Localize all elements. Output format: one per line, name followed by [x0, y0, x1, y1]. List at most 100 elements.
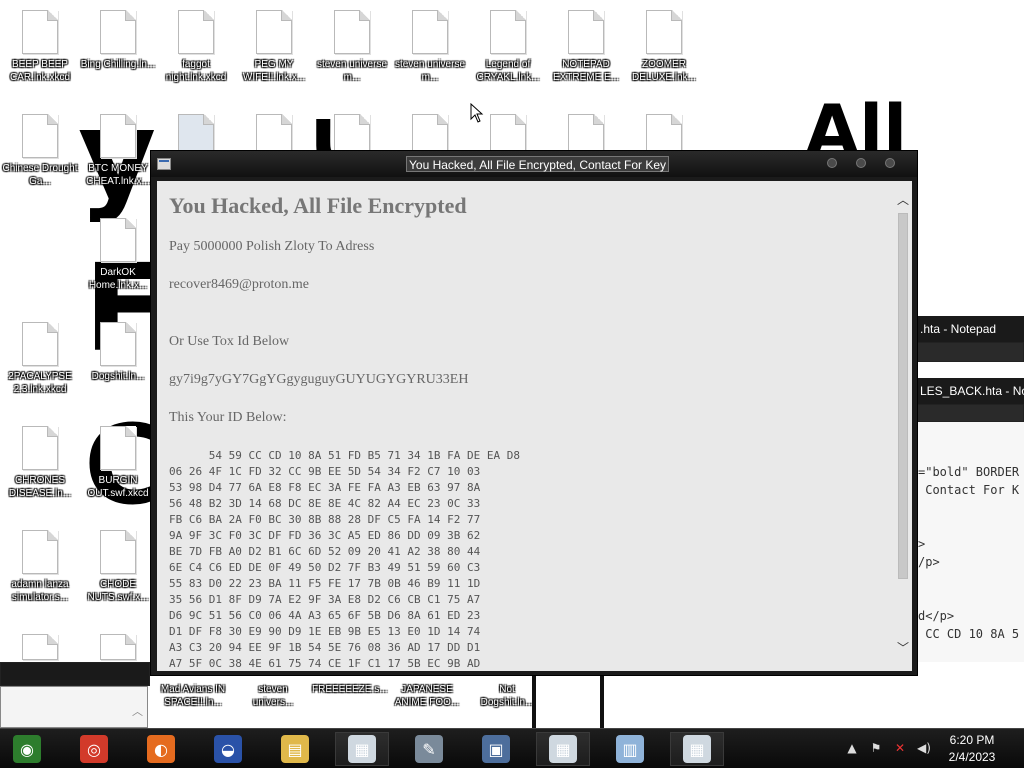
- desktop-icon[interactable]: ZOOMER DELUXE.lnk...: [624, 10, 704, 84]
- desktop-icon[interactable]: 2PACALYPSE 2.3.lnk.xkcd: [0, 322, 80, 396]
- shortcut-file-icon: [22, 10, 58, 54]
- desktop-icon[interactable]: DarkOK Home.lnk.x...: [78, 218, 158, 292]
- desktop-icon-label: 2PACALYPSE 2.3.lnk.xkcd: [8, 371, 72, 395]
- action-center-flag-icon[interactable]: ⚑: [868, 740, 884, 756]
- desktop-icon-label: CHODE NUTS.swf.x...: [87, 579, 149, 603]
- desktop-icon[interactable]: Chinese Drought Ga...: [0, 114, 80, 188]
- taskbar-item[interactable]: ▦: [536, 732, 590, 766]
- notepad-code-line: >: [918, 537, 926, 551]
- contact-email-text: recover8469@proton.me: [169, 277, 310, 292]
- show-hidden-icons-icon[interactable]: ▲: [844, 740, 860, 756]
- desktop-icon-label: Legend of CRYAKL.lnk...: [476, 59, 540, 83]
- shortcut-file-icon: [100, 634, 136, 660]
- desktop-icon[interactable]: Legend of CRYAKL.lnk...: [468, 10, 548, 84]
- notepad-window-body-2: [916, 404, 1024, 422]
- mouse-pointer-icon: [470, 103, 484, 123]
- shortcut-file-icon: [100, 218, 136, 262]
- window-titlebar[interactable]: You Hacked, All File Encrypted, Contact …: [151, 151, 917, 177]
- volume-icon[interactable]: ◀): [916, 740, 932, 756]
- desktop-icon[interactable]: adamn lanza simulator.s...: [0, 530, 80, 604]
- notepad-window-title-2[interactable]: LES_BACK.hta - No: [916, 378, 1024, 404]
- vertical-scrollbar[interactable]: ︿ ﹀: [894, 181, 912, 671]
- scrollbar-thumb[interactable]: [898, 213, 908, 579]
- desktop-icon-label: steven universe m...: [316, 59, 388, 83]
- shortcut-file-icon: [100, 530, 136, 574]
- hta-window-icon-3: ▦: [683, 735, 711, 763]
- network-disconnected-icon[interactable]: ✕: [892, 740, 908, 756]
- shortcut-file-icon: [22, 114, 58, 158]
- shortcut-file-icon: [412, 10, 448, 54]
- paint-icon: ✎: [415, 735, 443, 763]
- file-explorer-icon: ▤: [281, 735, 309, 763]
- tox-id-text: gy7i9g7yGY7GgYGgyguguyGUYUGYGYRU33EH: [169, 372, 469, 387]
- taskbar-item[interactable]: ▦: [670, 732, 724, 766]
- notepad-code-line: ="bold" BORDER: [918, 465, 1020, 479]
- tox-intro-text: Or Use Tox Id Below: [169, 334, 290, 349]
- app-window-icon: [157, 158, 171, 170]
- maximize-button[interactable]: [856, 158, 866, 168]
- desktop-icon[interactable]: BTC MONEY CHEAT.lnk.x...: [78, 114, 158, 188]
- notepad-window-body: [916, 342, 1024, 362]
- desktop-icon-label[interactable]: FREEEEEZE.s...: [312, 683, 388, 696]
- desktop-icon[interactable]: Bing Chilling.ln...: [78, 10, 158, 71]
- desktop-icon[interactable]: steven universe m...: [312, 10, 392, 84]
- taskbar-item[interactable]: ◒: [201, 732, 255, 766]
- notepad-code-line: CC CD 10 8A 5: [918, 627, 1020, 641]
- taskbar-item[interactable]: ◐: [134, 732, 188, 766]
- desktop-icon-label: CHRONES DISEASE.ln...: [8, 475, 72, 499]
- clock-date[interactable]: 2/4/2023: [942, 750, 1002, 764]
- desktop-icon[interactable]: BEEP BEEP CAR.lnk.xkcd: [0, 10, 80, 84]
- shortcut-file-icon: [100, 426, 136, 470]
- desktop-icon-label: NOTEPAD EXTREME E...: [552, 59, 620, 83]
- scroll-up-arrow-icon[interactable]: ︿: [894, 193, 912, 207]
- desktop-icon-label[interactable]: JAPANESE ANIME FOO...: [392, 683, 462, 709]
- victim-id-hex-block: 54 59 CC CD 10 8A 51 FD B5 71 34 1B FA D…: [169, 449, 520, 670]
- desktop-icon-label[interactable]: Mad Avians IN SPACE!!.ln...: [158, 683, 228, 709]
- desktop-icon-label: Dogshit.ln...: [91, 371, 145, 382]
- notepad-code-line: /p>: [918, 555, 940, 569]
- desktop-icon[interactable]: CHODE NUTS.swf.x...: [78, 530, 158, 604]
- shortcut-file-icon: [22, 322, 58, 366]
- window-title: You Hacked, All File Encrypted, Contact …: [406, 156, 670, 172]
- desktop-icon[interactable]: steven universe m...: [390, 10, 470, 84]
- taskbar-item[interactable]: ▤: [268, 732, 322, 766]
- shortcut-file-icon: [568, 10, 604, 54]
- shortcut-file-icon: [100, 114, 136, 158]
- shortcut-file-icon: [100, 10, 136, 54]
- scroll-up-arrow-icon[interactable]: ︿: [132, 703, 143, 719]
- desktop-icon[interactable]: BURGIN OUT.swf.xkcd: [78, 426, 158, 500]
- desktop-icon[interactable]: CHRONES DISEASE.ln...: [0, 426, 80, 500]
- desktop-icon[interactable]: faggot night.lnk.xkcd: [156, 10, 236, 84]
- ransom-note-body: You Hacked, All File Encrypted Pay 50000…: [169, 193, 889, 671]
- notepad-code-line: d</p>: [918, 609, 955, 623]
- desktop-icon[interactable]: PEG MY WIFE!!.lnk.x...: [234, 10, 314, 84]
- notepad-window-title[interactable]: .hta - Notepad: [916, 316, 1024, 342]
- desktop-icon[interactable]: [78, 634, 158, 664]
- taskbar-item[interactable]: ▦: [335, 732, 389, 766]
- scroll-down-arrow-icon[interactable]: ﹀: [894, 641, 912, 655]
- desktop-icon-label: BURGIN OUT.swf.xkcd: [87, 475, 149, 499]
- chrome-icon: ◎: [80, 735, 108, 763]
- close-button[interactable]: [885, 158, 895, 168]
- desktop-icon[interactable]: Dogshit.ln...: [78, 322, 158, 383]
- taskbar: ◉ ◎ ◐ ◒ ▤ ▦ ✎ ▣ ▦ ▥ ▦ ▲ ⚑ ✕ ◀) 6:20 PM 2/4/2023: [0, 728, 1024, 768]
- shortcut-file-icon: [646, 10, 682, 54]
- taskbar-item[interactable]: ◎: [67, 732, 121, 766]
- desktop-icon[interactable]: [0, 634, 80, 664]
- ransom-note-window[interactable]: You Hacked, All File Encrypted, Contact …: [150, 150, 918, 676]
- payment-demand-text: Pay 5000000 Polish Zloty To Adress: [169, 239, 375, 254]
- firefox-icon: ◐: [147, 735, 175, 763]
- minimize-button[interactable]: [827, 158, 837, 168]
- desktop-icon-label[interactable]: steven univers...: [238, 683, 308, 709]
- notepad-icon: ▥: [616, 735, 644, 763]
- taskbar-item[interactable]: ▣: [469, 732, 523, 766]
- desktop-icon[interactable]: NOTEPAD EXTREME E...: [546, 10, 626, 84]
- shortcut-file-icon: [490, 10, 526, 54]
- taskbar-item[interactable]: ▥: [603, 732, 657, 766]
- desktop-icon-label: adamn lanza simulator.s...: [11, 579, 69, 603]
- clock-time[interactable]: 6:20 PM: [942, 733, 1002, 747]
- taskbar-item[interactable]: ◉: [0, 732, 54, 766]
- taskbar-item[interactable]: ✎: [402, 732, 456, 766]
- network-computer-icon: ▣: [482, 735, 510, 763]
- window-content-area: You Hacked, All File Encrypted Pay 50000…: [157, 181, 912, 671]
